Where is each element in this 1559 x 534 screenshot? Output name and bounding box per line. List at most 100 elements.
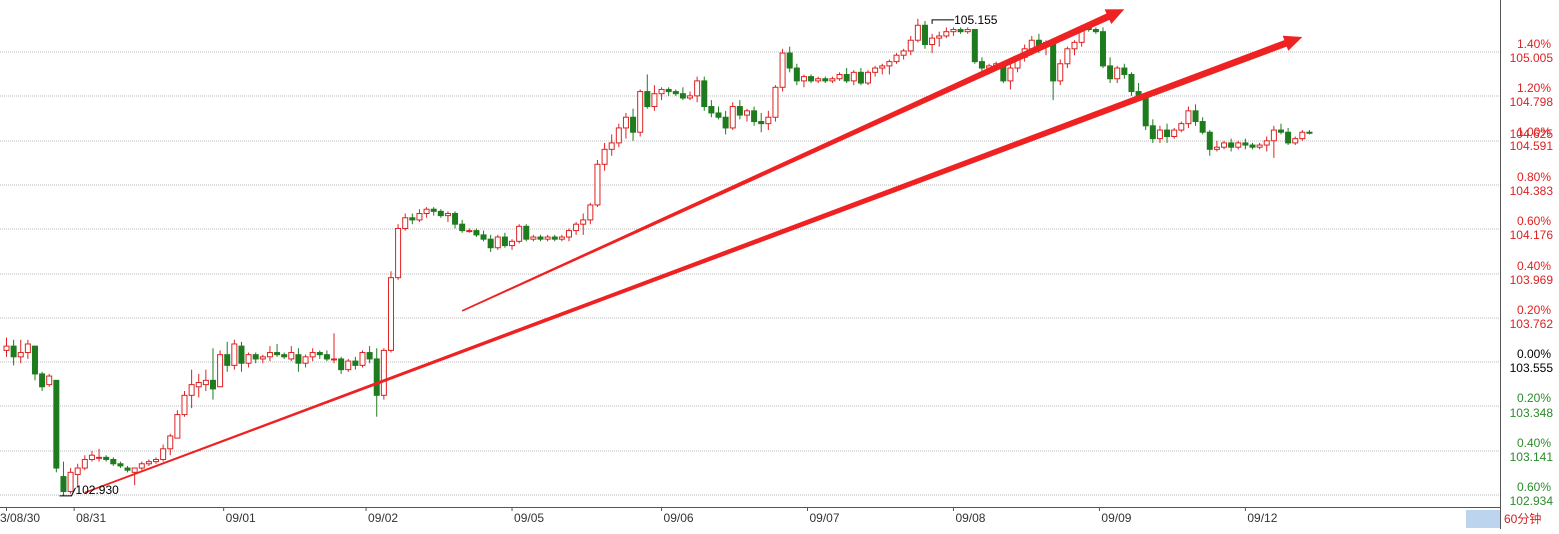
candle-body <box>907 39 914 52</box>
candle <box>701 76 708 111</box>
candle <box>843 68 850 84</box>
candle <box>295 348 302 372</box>
candle <box>323 350 330 362</box>
candle <box>444 211 451 223</box>
candle-body <box>167 435 174 450</box>
candle-body <box>259 356 266 360</box>
candle <box>523 224 530 242</box>
candle <box>1178 121 1185 133</box>
candle <box>800 74 807 88</box>
candle-body <box>978 61 985 69</box>
candle-body <box>1121 67 1128 75</box>
candle <box>473 228 480 238</box>
candle <box>793 63 800 86</box>
candle <box>480 230 487 242</box>
candle <box>224 341 231 372</box>
candle <box>622 112 629 139</box>
date-label: 09/09 <box>1101 511 1131 525</box>
candle <box>893 53 900 64</box>
candle <box>81 455 88 471</box>
candle-body <box>644 91 651 108</box>
candle <box>217 350 224 388</box>
candle-body <box>1263 140 1270 146</box>
candle-body <box>423 208 430 214</box>
candle-body <box>1099 31 1106 67</box>
candle-body <box>1270 129 1277 142</box>
candle-body <box>252 354 259 360</box>
price-tick-label: 103.555 <box>1510 361 1554 375</box>
candle-body <box>1114 67 1121 80</box>
price-tick-label: 103.348 <box>1510 406 1554 420</box>
candle-body <box>138 463 145 469</box>
candle <box>615 123 622 148</box>
candle-body <box>145 461 152 465</box>
candle <box>743 108 750 122</box>
candle-body <box>473 230 480 236</box>
candle-body <box>124 467 131 471</box>
trendline-layer <box>84 9 1303 494</box>
candle <box>715 106 722 120</box>
candle <box>1256 142 1263 150</box>
candle <box>209 348 216 400</box>
pct-tick-label: 0.60% <box>1517 480 1551 494</box>
candle <box>594 160 601 208</box>
candle-body <box>1149 125 1156 140</box>
trendline-shape <box>84 35 1303 494</box>
candle-body <box>608 142 615 150</box>
date-label: 09/07 <box>810 511 840 525</box>
candle-body <box>359 352 366 366</box>
candle-body <box>1242 142 1249 146</box>
candle <box>316 350 323 359</box>
candle <box>195 373 202 398</box>
candle <box>651 85 658 111</box>
candle-body <box>74 467 81 475</box>
candle-body <box>1228 142 1235 148</box>
period-label[interactable]: 60分钟 <box>1504 511 1541 526</box>
candle <box>1299 130 1306 141</box>
candle-body <box>765 116 772 125</box>
candle-body <box>281 354 288 358</box>
candle-body <box>39 373 46 388</box>
candle-body <box>373 358 380 396</box>
candle <box>231 339 238 370</box>
candle-body <box>857 71 864 84</box>
date-label: 3/08/30 <box>0 511 40 525</box>
candle-body <box>743 110 750 116</box>
candle <box>587 202 594 225</box>
candle <box>637 89 644 137</box>
candle-body <box>580 219 587 225</box>
candle-body <box>17 352 24 358</box>
candle-body <box>936 35 943 39</box>
candle-body <box>387 277 394 351</box>
candle <box>558 234 565 242</box>
candle-body <box>687 95 694 99</box>
candle <box>67 468 74 494</box>
candle-body <box>295 354 302 364</box>
candle <box>138 461 145 471</box>
candle-body <box>1178 123 1185 131</box>
candle-body <box>217 354 224 388</box>
candle <box>252 352 259 364</box>
candle-body <box>1185 110 1192 125</box>
candle-body <box>836 73 843 80</box>
candle-body <box>1007 67 1014 82</box>
candle-body <box>117 463 124 467</box>
candle <box>430 207 437 216</box>
candle <box>865 70 872 86</box>
candle-body <box>309 352 316 358</box>
candle <box>516 224 523 244</box>
candle-body <box>758 121 765 125</box>
candle <box>509 239 516 250</box>
candle <box>1171 127 1178 139</box>
candle-body <box>1064 48 1071 65</box>
candle <box>971 29 978 64</box>
candle-body <box>964 29 971 33</box>
candle <box>124 465 131 473</box>
trendline-shape <box>461 9 1125 312</box>
annotation-layer: 105.155 102.930 <box>59 13 998 497</box>
candle <box>352 356 359 370</box>
candle <box>850 70 857 86</box>
candle <box>1249 142 1256 150</box>
candle <box>281 352 288 359</box>
candle-body <box>808 76 815 82</box>
